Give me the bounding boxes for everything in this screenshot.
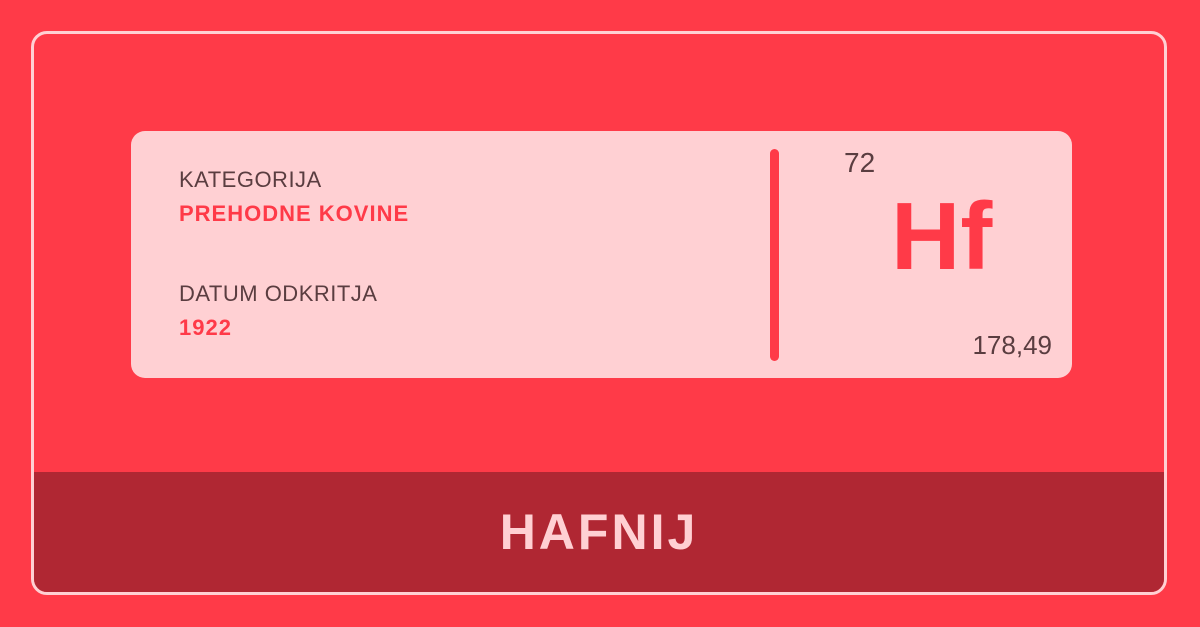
discovery-label: DATUM ODKRITJA (179, 281, 378, 306)
divider-bar (770, 149, 779, 361)
category-value: PREHODNE KOVINE (179, 201, 410, 226)
element-name: HAFNIJ (499, 504, 699, 560)
atomic-mass: 178,49 (972, 330, 1052, 360)
element-frame: KATEGORIJA PREHODNE KOVINE DATUM ODKRITJ… (31, 31, 1167, 595)
element-symbol: Hf (891, 183, 993, 290)
element-card: KATEGORIJA PREHODNE KOVINE DATUM ODKRITJ… (131, 131, 1072, 378)
category-label: KATEGORIJA (179, 167, 322, 192)
atomic-number: 72 (844, 147, 876, 178)
name-banner: HAFNIJ (34, 472, 1164, 592)
discovery-value: 1922 (179, 315, 232, 340)
